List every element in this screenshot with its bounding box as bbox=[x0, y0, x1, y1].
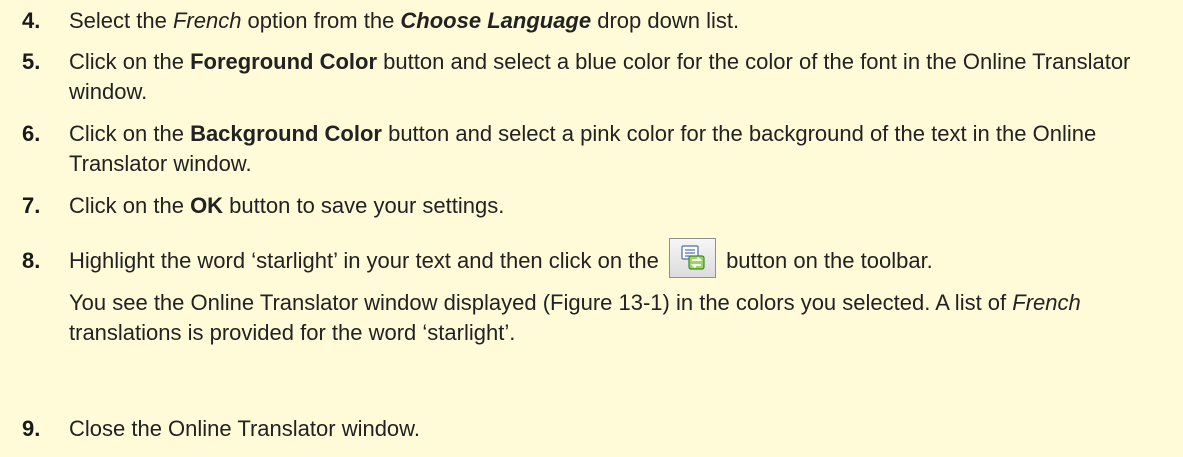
translate-icon bbox=[681, 245, 705, 270]
button-name: Background Color bbox=[190, 121, 382, 146]
step-text: Close the Online Translator window. bbox=[69, 414, 1163, 444]
text-run: translations is provided for the word ‘s… bbox=[69, 320, 516, 346]
text-run: Select the bbox=[69, 8, 173, 33]
step-note: You see the Online Translator window dis… bbox=[69, 288, 1163, 348]
language-option-name: French bbox=[1012, 290, 1081, 316]
instruction-page: 4. Select the French option from the Cho… bbox=[0, 0, 1183, 457]
dropdown-name: Choose Language bbox=[400, 8, 592, 33]
language-option-name: French bbox=[172, 8, 242, 33]
text-run: option from the bbox=[241, 8, 401, 33]
step-text: Click on the Foreground Color button and… bbox=[69, 47, 1163, 107]
translate-toolbar-button[interactable] bbox=[668, 238, 716, 279]
text-run: Click on the bbox=[69, 49, 191, 74]
text-run: Click on the bbox=[69, 121, 191, 146]
text-run: button to save your settings. bbox=[223, 193, 505, 218]
step-number: 5. bbox=[22, 49, 41, 74]
step-text: Highlight the word ‘starlight’ in your t… bbox=[69, 238, 1163, 348]
step-number: 7. bbox=[22, 193, 41, 218]
step-text: Select the French option from the Choose… bbox=[69, 6, 1163, 36]
text-run: Close the Online Translator window. bbox=[69, 416, 420, 441]
text-run: You see the Online Translator window dis… bbox=[69, 290, 1013, 316]
text-run: button on the toolbar. bbox=[719, 248, 933, 273]
step-number: 8. bbox=[22, 248, 41, 273]
text-run: Highlight the word ‘starlight’ in your t… bbox=[69, 248, 665, 273]
button-name: OK bbox=[190, 193, 224, 218]
step-number: 6. bbox=[22, 121, 41, 146]
step-text: Click on the OK button to save your sett… bbox=[69, 191, 1163, 221]
text-run: Click on the bbox=[69, 193, 191, 218]
step-text: Click on the Background Color button and… bbox=[69, 119, 1163, 179]
text-run: drop down list. bbox=[591, 8, 740, 33]
step-number: 9. bbox=[22, 416, 41, 441]
step-number: 4. bbox=[22, 8, 41, 33]
button-name: Foreground Color bbox=[190, 49, 378, 74]
